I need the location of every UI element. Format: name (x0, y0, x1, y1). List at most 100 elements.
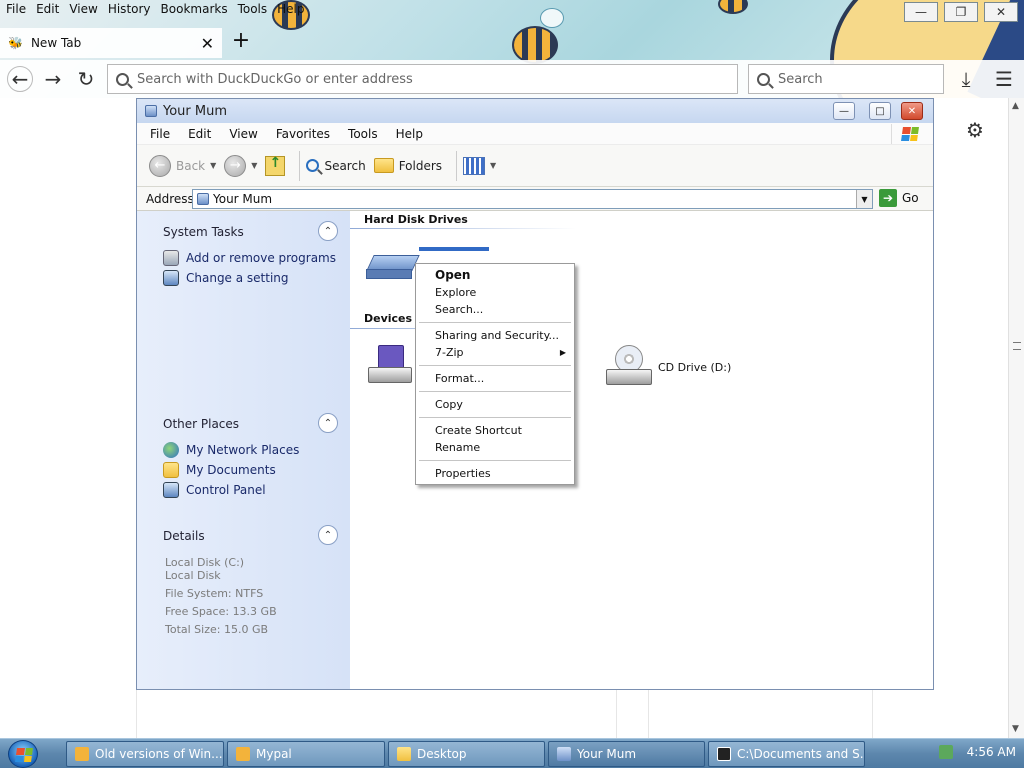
explorer-forward-button[interactable]: → ▼ (224, 154, 257, 177)
task-add-remove-programs[interactable]: Add or remove programs (163, 250, 336, 266)
explorer-up-button[interactable] (265, 155, 286, 176)
browser-menu-view[interactable]: View (69, 2, 97, 16)
explorer-title-bar[interactable]: Your Mum — □ ✕ (137, 99, 933, 123)
browser-menu-file[interactable]: File (6, 2, 26, 16)
browser-menu-tools[interactable]: Tools (238, 2, 268, 16)
7zip-icon (717, 747, 731, 761)
scroll-thumb[interactable] (1013, 342, 1021, 350)
explorer-menu-help[interactable]: Help (396, 127, 423, 141)
taskbar-item-label: Mypal (256, 747, 292, 761)
explorer-minimize-button[interactable]: — (833, 102, 855, 120)
system-tasks-title[interactable]: System Tasks (163, 225, 244, 239)
menu-separator (419, 417, 571, 418)
address-dropdown-button[interactable]: ▼ (856, 190, 872, 208)
taskbar-item-old-versions[interactable]: Old versions of Win... (66, 741, 224, 767)
menu-item-search[interactable]: Search... (416, 301, 574, 318)
place-control-panel[interactable]: Control Panel (163, 482, 266, 498)
browser-menu-help[interactable]: Help (277, 2, 304, 16)
menu-button[interactable]: ☰ (991, 66, 1017, 92)
tab-new-tab[interactable]: 🐝 New Tab ✕ (0, 28, 222, 58)
menu-item-7zip[interactable]: 7-Zip ▶ (416, 344, 574, 361)
taskbar-item-mypal[interactable]: Mypal (227, 741, 385, 767)
search-input[interactable]: Search (748, 64, 944, 94)
taskbar-item-7zip-path[interactable]: C:\Documents and S... (708, 741, 865, 767)
taskbar-item-your-mum[interactable]: Your Mum (548, 741, 705, 767)
local-disk-icon[interactable] (366, 255, 420, 283)
menu-item-properties[interactable]: Properties (416, 465, 574, 482)
explorer-folders-button[interactable]: Folders (373, 158, 442, 173)
explorer-views-button[interactable]: ▼ (463, 156, 496, 175)
explorer-back-button[interactable]: ← Back ▼ (149, 154, 216, 177)
minimize-button[interactable]: — (904, 2, 938, 22)
network-places-icon (163, 442, 179, 458)
place-my-network-places[interactable]: My Network Places (163, 442, 299, 458)
task-change-setting[interactable]: Change a setting (163, 270, 289, 286)
other-places-title[interactable]: Other Places (163, 417, 239, 431)
page-scrollbar[interactable]: ▲ ▼ (1008, 98, 1024, 738)
download-icon: ⤓ (961, 67, 971, 91)
gear-icon[interactable]: ⚙ (966, 118, 984, 142)
back-label: Back (176, 158, 206, 173)
menu-item-open[interactable]: Open (416, 267, 574, 284)
cd-drive-icon[interactable] (606, 345, 652, 391)
explorer-maximize-button[interactable]: □ (869, 102, 891, 120)
bee-browser-icon (75, 747, 89, 761)
other-places-collapse-button[interactable]: ⌃ (318, 413, 338, 433)
clock[interactable]: 4:56 AM (967, 745, 1016, 759)
close-button[interactable]: ✕ (984, 2, 1018, 22)
menu-separator (419, 322, 571, 323)
browser-menu-bookmarks[interactable]: Bookmarks (161, 2, 228, 16)
go-button[interactable]: ➔ Go (879, 189, 919, 207)
place-my-documents[interactable]: My Documents (163, 462, 276, 478)
address-input[interactable]: Your Mum ▼ (192, 189, 873, 209)
explorer-menu-favorites[interactable]: Favorites (276, 127, 330, 141)
menu-item-sharing-security[interactable]: Sharing and Security... (416, 327, 574, 344)
menu-item-create-shortcut[interactable]: Create Shortcut (416, 422, 574, 439)
start-button[interactable] (8, 740, 38, 768)
control-panel-icon (163, 270, 179, 286)
explorer-menu-edit[interactable]: Edit (188, 127, 211, 141)
explorer-search-button[interactable]: Search (306, 158, 366, 173)
menu-item-rename[interactable]: Rename (416, 439, 574, 456)
forward-button[interactable]: → (40, 66, 66, 92)
explorer-menu-view[interactable]: View (229, 127, 257, 141)
url-input[interactable]: Search with DuckDuckGo or enter address (107, 64, 738, 94)
tray-network-icon[interactable] (938, 745, 953, 759)
details-collapse-button[interactable]: ⌃ (318, 525, 338, 545)
folder-icon (373, 158, 394, 173)
search-label: Search (324, 158, 366, 173)
explorer-close-button[interactable]: ✕ (901, 102, 923, 120)
cd-drive-label[interactable]: CD Drive (D:) (658, 361, 731, 374)
control-panel-icon (163, 482, 179, 498)
system-tasks-collapse-button[interactable]: ⌃ (318, 221, 338, 241)
scroll-down-icon[interactable]: ▼ (1012, 724, 1019, 734)
drive-icon (557, 747, 571, 761)
restore-button[interactable]: ❐ (944, 2, 978, 22)
new-tab-button[interactable]: + (230, 30, 252, 54)
windows-logo-icon (891, 124, 927, 144)
browser-menu-edit[interactable]: Edit (36, 2, 59, 16)
taskbar-item-desktop[interactable]: Desktop (388, 741, 545, 767)
floppy-drive-icon[interactable] (368, 345, 412, 389)
reload-icon: ↻ (77, 67, 95, 91)
chevron-down-icon: ▼ (861, 194, 868, 204)
place-label: My Network Places (186, 443, 300, 457)
menu-item-format[interactable]: Format... (416, 370, 574, 387)
go-label: Go (902, 191, 919, 205)
details-title[interactable]: Details (163, 529, 205, 543)
floppy-drive-icon[interactable] (368, 445, 412, 489)
explorer-menu-file[interactable]: File (150, 127, 170, 141)
downloads-button[interactable]: ⤓ (953, 66, 979, 92)
taskbar-item-label: Old versions of Win... (95, 747, 223, 761)
tab-close-icon[interactable]: ✕ (201, 34, 214, 53)
browser-menu-history[interactable]: History (108, 2, 151, 16)
dropdown-caret-icon[interactable]: ▼ (251, 161, 257, 170)
menu-item-explore[interactable]: Explore (416, 284, 574, 301)
browser-chrome: File Edit View History Bookmarks Tools H… (0, 0, 1024, 98)
scroll-up-icon[interactable]: ▲ (1012, 101, 1019, 111)
dropdown-caret-icon[interactable]: ▼ (210, 161, 216, 170)
reload-button[interactable]: ↻ (73, 66, 99, 92)
menu-item-copy[interactable]: Copy (416, 396, 574, 413)
explorer-menu-tools[interactable]: Tools (348, 127, 378, 141)
back-button[interactable]: ← (7, 66, 33, 92)
